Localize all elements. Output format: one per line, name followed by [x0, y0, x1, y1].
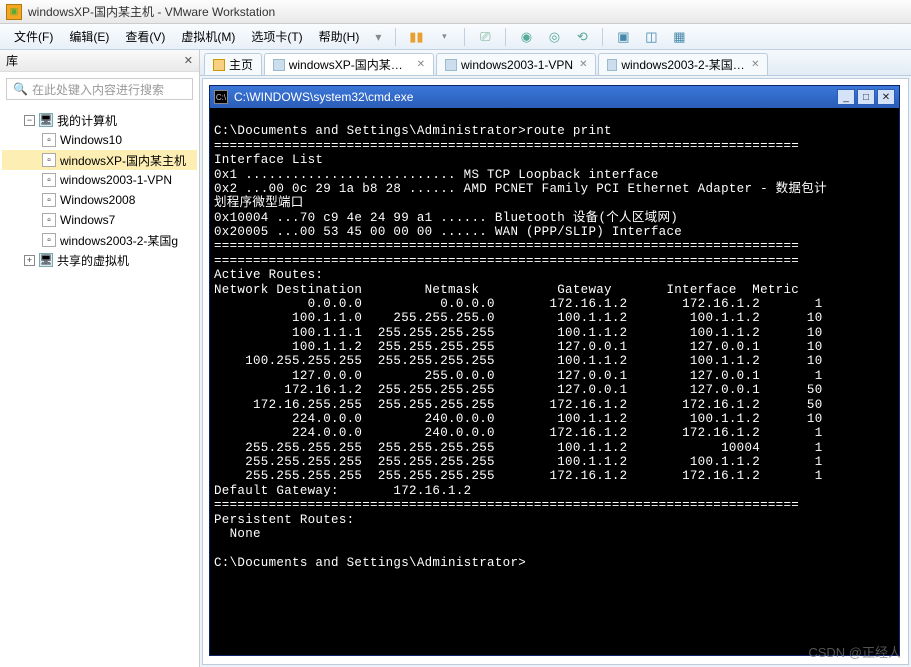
vm-icon	[445, 59, 457, 71]
menu-edit[interactable]: 编辑(E)	[61, 25, 117, 48]
computer-icon: 🖥	[39, 113, 53, 127]
tree-label: windows2003-1-VPN	[60, 173, 172, 187]
vm-icon: ▫	[42, 153, 56, 167]
tab-close-icon[interactable]: ✕	[417, 59, 425, 70]
tab-home[interactable]: 主页	[204, 53, 262, 75]
cmd-icon: C:\	[214, 90, 228, 104]
fullscreen-icon[interactable]: ▣	[613, 27, 633, 47]
vm-icon: ▫	[42, 133, 56, 147]
tree-vm-item[interactable]: ▫ windows2003-1-VPN	[2, 170, 197, 190]
menu-file[interactable]: 文件(F)	[6, 25, 61, 48]
unity-icon[interactable]: ◫	[641, 27, 661, 47]
tree-label: Windows7	[60, 213, 115, 227]
tree-label: windowsXP-国内某主机	[60, 152, 186, 169]
search-input[interactable]: 🔍 在此处键入内容进行搜索	[6, 78, 193, 100]
separator	[395, 28, 396, 46]
tab-vm[interactable]: windows2003-1-VPN ✕	[436, 53, 596, 75]
snapshot-icon[interactable]: ◉	[516, 27, 536, 47]
tab-bar: 主页 windowsXP-国内某主机✕windows2003-1-VPN✕win…	[200, 50, 911, 76]
tab-close-icon[interactable]: ✕	[579, 59, 587, 70]
vm-icon	[607, 59, 617, 71]
send-keys-icon[interactable]: ⎚	[475, 27, 495, 47]
tree-label: 共享的虚拟机	[57, 252, 129, 269]
revert-icon[interactable]: ⟲	[572, 27, 592, 47]
vm-icon	[273, 59, 285, 71]
tree-label: Windows2008	[60, 193, 135, 207]
snapshot-manage-icon[interactable]: ◎	[544, 27, 564, 47]
expand-icon[interactable]: +	[24, 255, 35, 266]
sidebar-header: 库 ✕	[0, 50, 199, 72]
menubar: 文件(F) 编辑(E) 查看(V) 虚拟机(M) 选项卡(T) 帮助(H) ▾ …	[0, 24, 911, 50]
thumbnail-icon[interactable]: ▦	[669, 27, 689, 47]
tab-label: windows2003-1-VPN	[461, 58, 573, 72]
tree-my-computer[interactable]: − 🖥 我的计算机	[2, 110, 197, 130]
separator	[602, 28, 603, 46]
collapse-icon[interactable]: −	[24, 115, 35, 126]
menu-help[interactable]: 帮助(H)	[311, 25, 368, 48]
vm-icon: ▫	[42, 193, 56, 207]
cmd-title-text: C:\WINDOWS\system32\cmd.exe	[234, 90, 413, 104]
sidebar: 库 ✕ 🔍 在此处键入内容进行搜索 − 🖥 我的计算机 ▫ Windows10 ▫ w…	[0, 50, 200, 667]
window-title: windowsXP-国内某主机 - VMware Workstation	[28, 3, 275, 20]
watermark: CSDN @正经人	[808, 642, 901, 661]
tree-label: Windows10	[60, 133, 122, 147]
vm-icon: ▫	[42, 173, 56, 187]
app-icon: ▣	[6, 4, 22, 20]
tree-label: windows2003-2-某国g	[60, 232, 178, 249]
tab-label: windows2003-2-某国google...	[621, 56, 745, 73]
menu-tabs[interactable]: 选项卡(T)	[243, 25, 310, 48]
shared-icon: 🖥	[39, 253, 53, 267]
cmd-titlebar[interactable]: C:\ C:\WINDOWS\system32\cmd.exe _ □ ✕	[210, 86, 899, 108]
tab-close-icon[interactable]: ✕	[751, 59, 759, 70]
close-icon[interactable]: ✕	[877, 89, 895, 105]
home-icon	[213, 59, 225, 71]
pause-icon[interactable]: ▮▮	[406, 27, 426, 47]
separator	[464, 28, 465, 46]
tree-vm-item[interactable]: ▫ windows2003-2-某国g	[2, 230, 197, 250]
tree-label: 我的计算机	[57, 112, 117, 129]
window-titlebar: ▣ windowsXP-国内某主机 - VMware Workstation	[0, 0, 911, 24]
cmd-window: C:\ C:\WINDOWS\system32\cmd.exe _ □ ✕ C:…	[209, 85, 900, 656]
sidebar-title: 库	[6, 52, 18, 69]
toolbar-dropdown-icon[interactable]: ▾	[434, 27, 454, 47]
tree-vm-item[interactable]: ▫ Windows10	[2, 130, 197, 150]
menu-vm[interactable]: 虚拟机(M)	[173, 25, 243, 48]
sidebar-close-icon[interactable]: ✕	[184, 54, 193, 67]
tab-vm[interactable]: windowsXP-国内某主机 ✕	[264, 53, 434, 75]
tab-label: windowsXP-国内某主机	[289, 56, 411, 73]
search-icon: 🔍	[13, 82, 28, 96]
menu-view[interactable]: 查看(V)	[117, 25, 173, 48]
library-tree: − 🖥 我的计算机 ▫ Windows10 ▫ windowsXP-国内某主机 ▫ win…	[0, 106, 199, 274]
maximize-icon[interactable]: □	[857, 89, 875, 105]
vm-icon: ▫	[42, 213, 56, 227]
vm-icon: ▫	[42, 233, 56, 247]
menu-dropdown-icon[interactable]: ▾	[367, 27, 389, 47]
search-placeholder: 在此处键入内容进行搜索	[32, 81, 164, 98]
tree-vm-item[interactable]: ▫ Windows7	[2, 210, 197, 230]
cmd-output[interactable]: C:\Documents and Settings\Administrator>…	[210, 108, 899, 655]
tab-vm[interactable]: windows2003-2-某国google... ✕	[598, 53, 768, 75]
tree-shared[interactable]: + 🖥 共享的虚拟机	[2, 250, 197, 270]
minimize-icon[interactable]: _	[837, 89, 855, 105]
tree-vm-item[interactable]: ▫ windowsXP-国内某主机	[2, 150, 197, 170]
main-area: 主页 windowsXP-国内某主机✕windows2003-1-VPN✕win…	[200, 50, 911, 667]
vm-console[interactable]: C:\ C:\WINDOWS\system32\cmd.exe _ □ ✕ C:…	[202, 78, 909, 665]
separator	[505, 28, 506, 46]
tree-vm-item[interactable]: ▫ Windows2008	[2, 190, 197, 210]
tab-label: 主页	[229, 56, 253, 73]
